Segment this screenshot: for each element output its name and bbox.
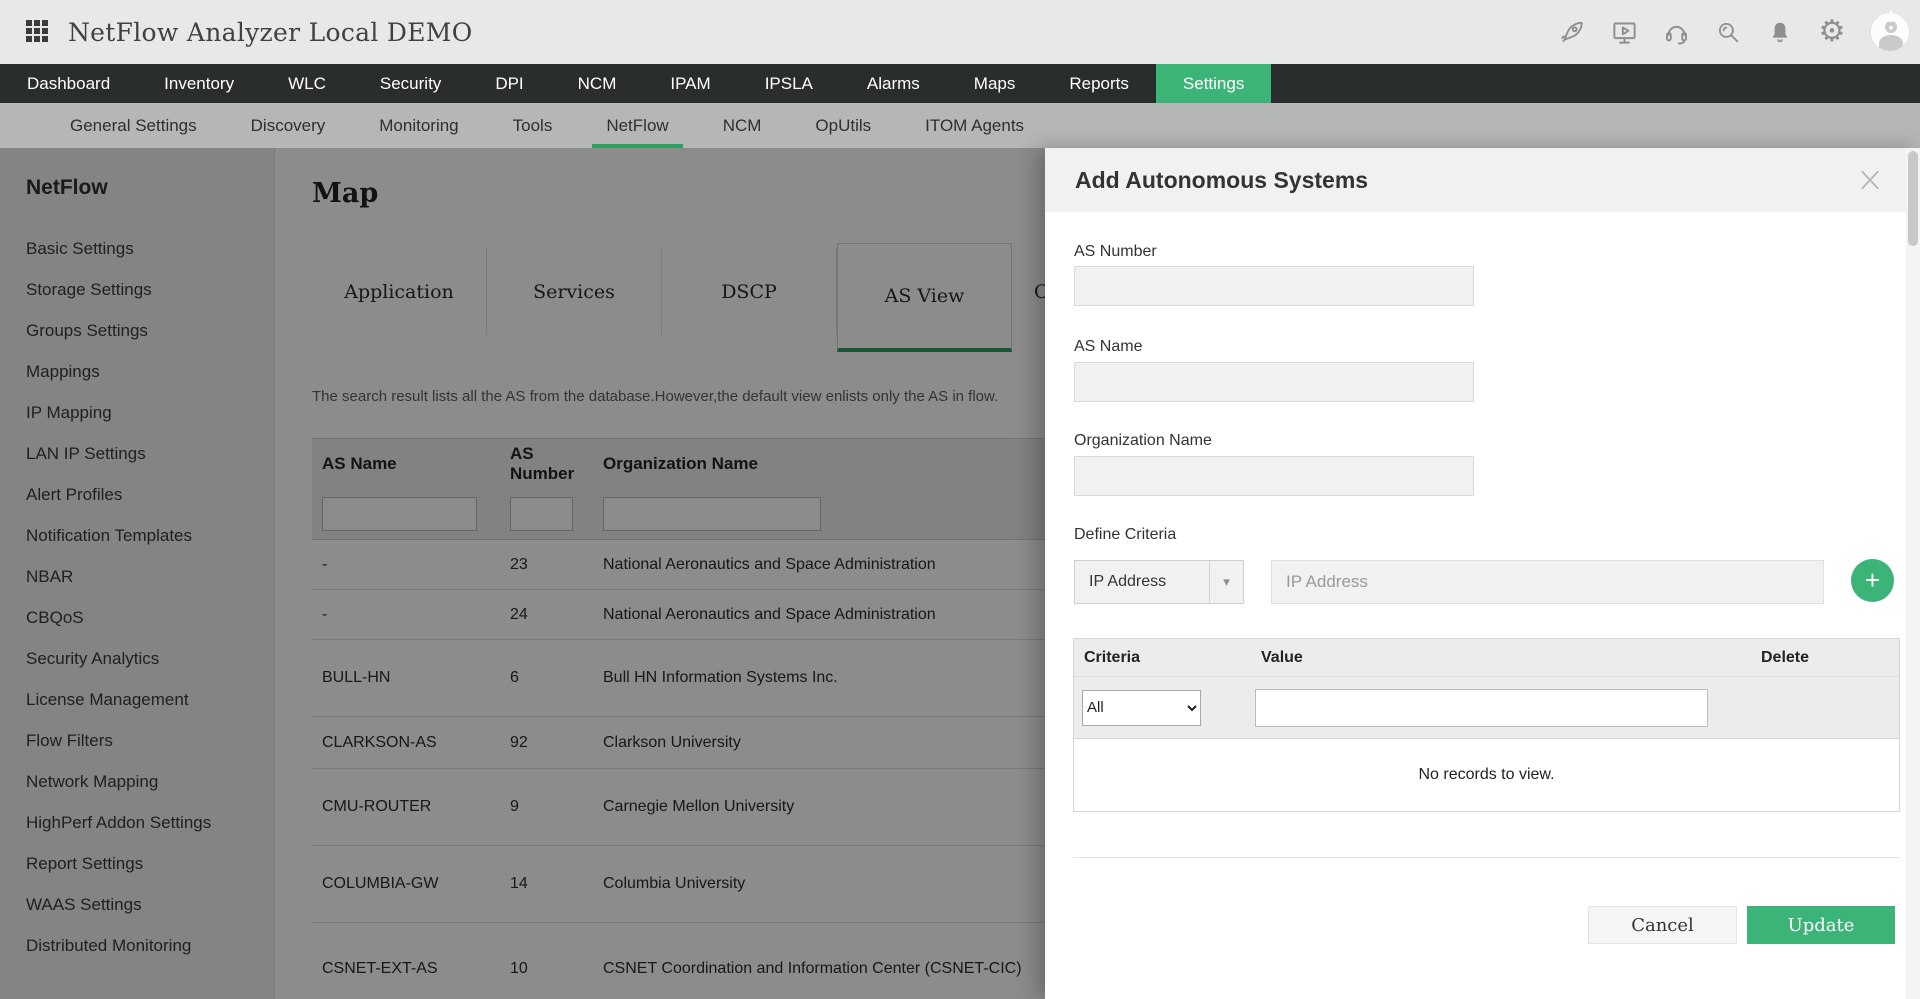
- subnav-tab[interactable]: General Settings: [56, 103, 211, 148]
- subnav-tab[interactable]: Tools: [499, 103, 567, 148]
- main-nav: DashboardInventoryWLCSecurityDPINCMIPAMI…: [0, 64, 1920, 103]
- criteria-column-header: Delete: [1751, 649, 1899, 667]
- subnav-tab[interactable]: Discovery: [237, 103, 340, 148]
- criteria-column-header: Value: [1251, 649, 1751, 667]
- nav-tab[interactable]: Reports: [1042, 64, 1156, 103]
- criteria-empty-message: No records to view.: [1074, 739, 1899, 811]
- criteria-type-dropdown[interactable]: IP Address ▾: [1074, 560, 1244, 604]
- criteria-type-selected: IP Address: [1075, 573, 1209, 591]
- scrollbar-thumb[interactable]: [1908, 151, 1918, 246]
- app-title: NetFlow Analyzer Local DEMO: [68, 18, 473, 47]
- criteria-filter-row: All: [1074, 677, 1899, 739]
- nav-overflow-icon[interactable]: ⋮: [1872, 0, 1910, 39]
- modal-backdrop: [0, 148, 1045, 999]
- as-name-input[interactable]: [1074, 362, 1474, 402]
- nav-tab[interactable]: WLC: [261, 64, 353, 103]
- app-window: NetFlow Analyzer Local DEMO ⚙ DashboardI…: [0, 0, 1920, 999]
- subnav-tab[interactable]: NetFlow: [592, 103, 682, 148]
- criteria-filter-select[interactable]: All: [1082, 690, 1201, 726]
- criteria-column-header: Criteria: [1074, 649, 1251, 667]
- subnav-tab[interactable]: NCM: [709, 103, 776, 148]
- panel-scrollbar[interactable]: [1906, 148, 1920, 999]
- settings-gear-icon[interactable]: ⚙: [1818, 18, 1846, 46]
- cancel-button[interactable]: Cancel: [1588, 906, 1737, 944]
- subnav-tab[interactable]: Monitoring: [365, 103, 472, 148]
- add-criteria-button[interactable]: +: [1851, 559, 1894, 602]
- demo-video-icon[interactable]: [1610, 18, 1638, 46]
- ip-address-input[interactable]: [1271, 560, 1824, 604]
- search-icon[interactable]: [1714, 18, 1742, 46]
- define-criteria-label: Define Criteria: [1074, 526, 1176, 544]
- panel-title: Add Autonomous Systems: [1075, 167, 1368, 194]
- close-icon[interactable]: [1856, 166, 1884, 194]
- subnav-tab[interactable]: OpUtils: [801, 103, 885, 148]
- nav-tab[interactable]: Security: [353, 64, 468, 103]
- support-headset-icon[interactable]: [1662, 18, 1690, 46]
- notifications-bell-icon[interactable]: [1766, 18, 1794, 46]
- nav-tab[interactable]: IPSLA: [738, 64, 840, 103]
- organization-name-input[interactable]: [1074, 456, 1474, 496]
- nav-tab[interactable]: DPI: [468, 64, 550, 103]
- as-number-input[interactable]: [1074, 266, 1474, 306]
- nav-tab[interactable]: Maps: [947, 64, 1043, 103]
- apps-grid-icon[interactable]: [26, 20, 50, 44]
- nav-tab[interactable]: Inventory: [137, 64, 261, 103]
- organization-name-label: Organization Name: [1074, 432, 1212, 450]
- app-header: NetFlow Analyzer Local DEMO ⚙: [0, 0, 1920, 64]
- subnav-tab[interactable]: ITOM Agents: [911, 103, 1038, 148]
- panel-header: Add Autonomous Systems: [1045, 148, 1920, 212]
- as-number-label: AS Number: [1074, 243, 1157, 261]
- nav-tab[interactable]: Alarms: [840, 64, 947, 103]
- rocket-icon[interactable]: [1558, 18, 1586, 46]
- as-name-label: AS Name: [1074, 338, 1142, 356]
- update-button[interactable]: Update: [1747, 906, 1895, 944]
- header-icon-group: ⚙: [1558, 0, 1910, 64]
- nav-tab[interactable]: Dashboard: [0, 64, 137, 103]
- nav-tab[interactable]: Settings: [1156, 64, 1271, 103]
- criteria-table-header: CriteriaValueDelete: [1074, 639, 1899, 677]
- nav-tab[interactable]: IPAM: [643, 64, 737, 103]
- criteria-table: CriteriaValueDelete All No records to vi…: [1073, 638, 1900, 812]
- add-autonomous-systems-panel: Add Autonomous Systems AS Number AS Name…: [1045, 148, 1920, 999]
- footer-divider: [1073, 857, 1900, 858]
- nav-tab[interactable]: NCM: [551, 64, 644, 103]
- criteria-value-filter-input[interactable]: [1255, 689, 1708, 727]
- chevron-down-icon: ▾: [1209, 561, 1243, 603]
- settings-subnav: General Settings Discovery Monitoring Tools…: [0, 103, 1920, 148]
